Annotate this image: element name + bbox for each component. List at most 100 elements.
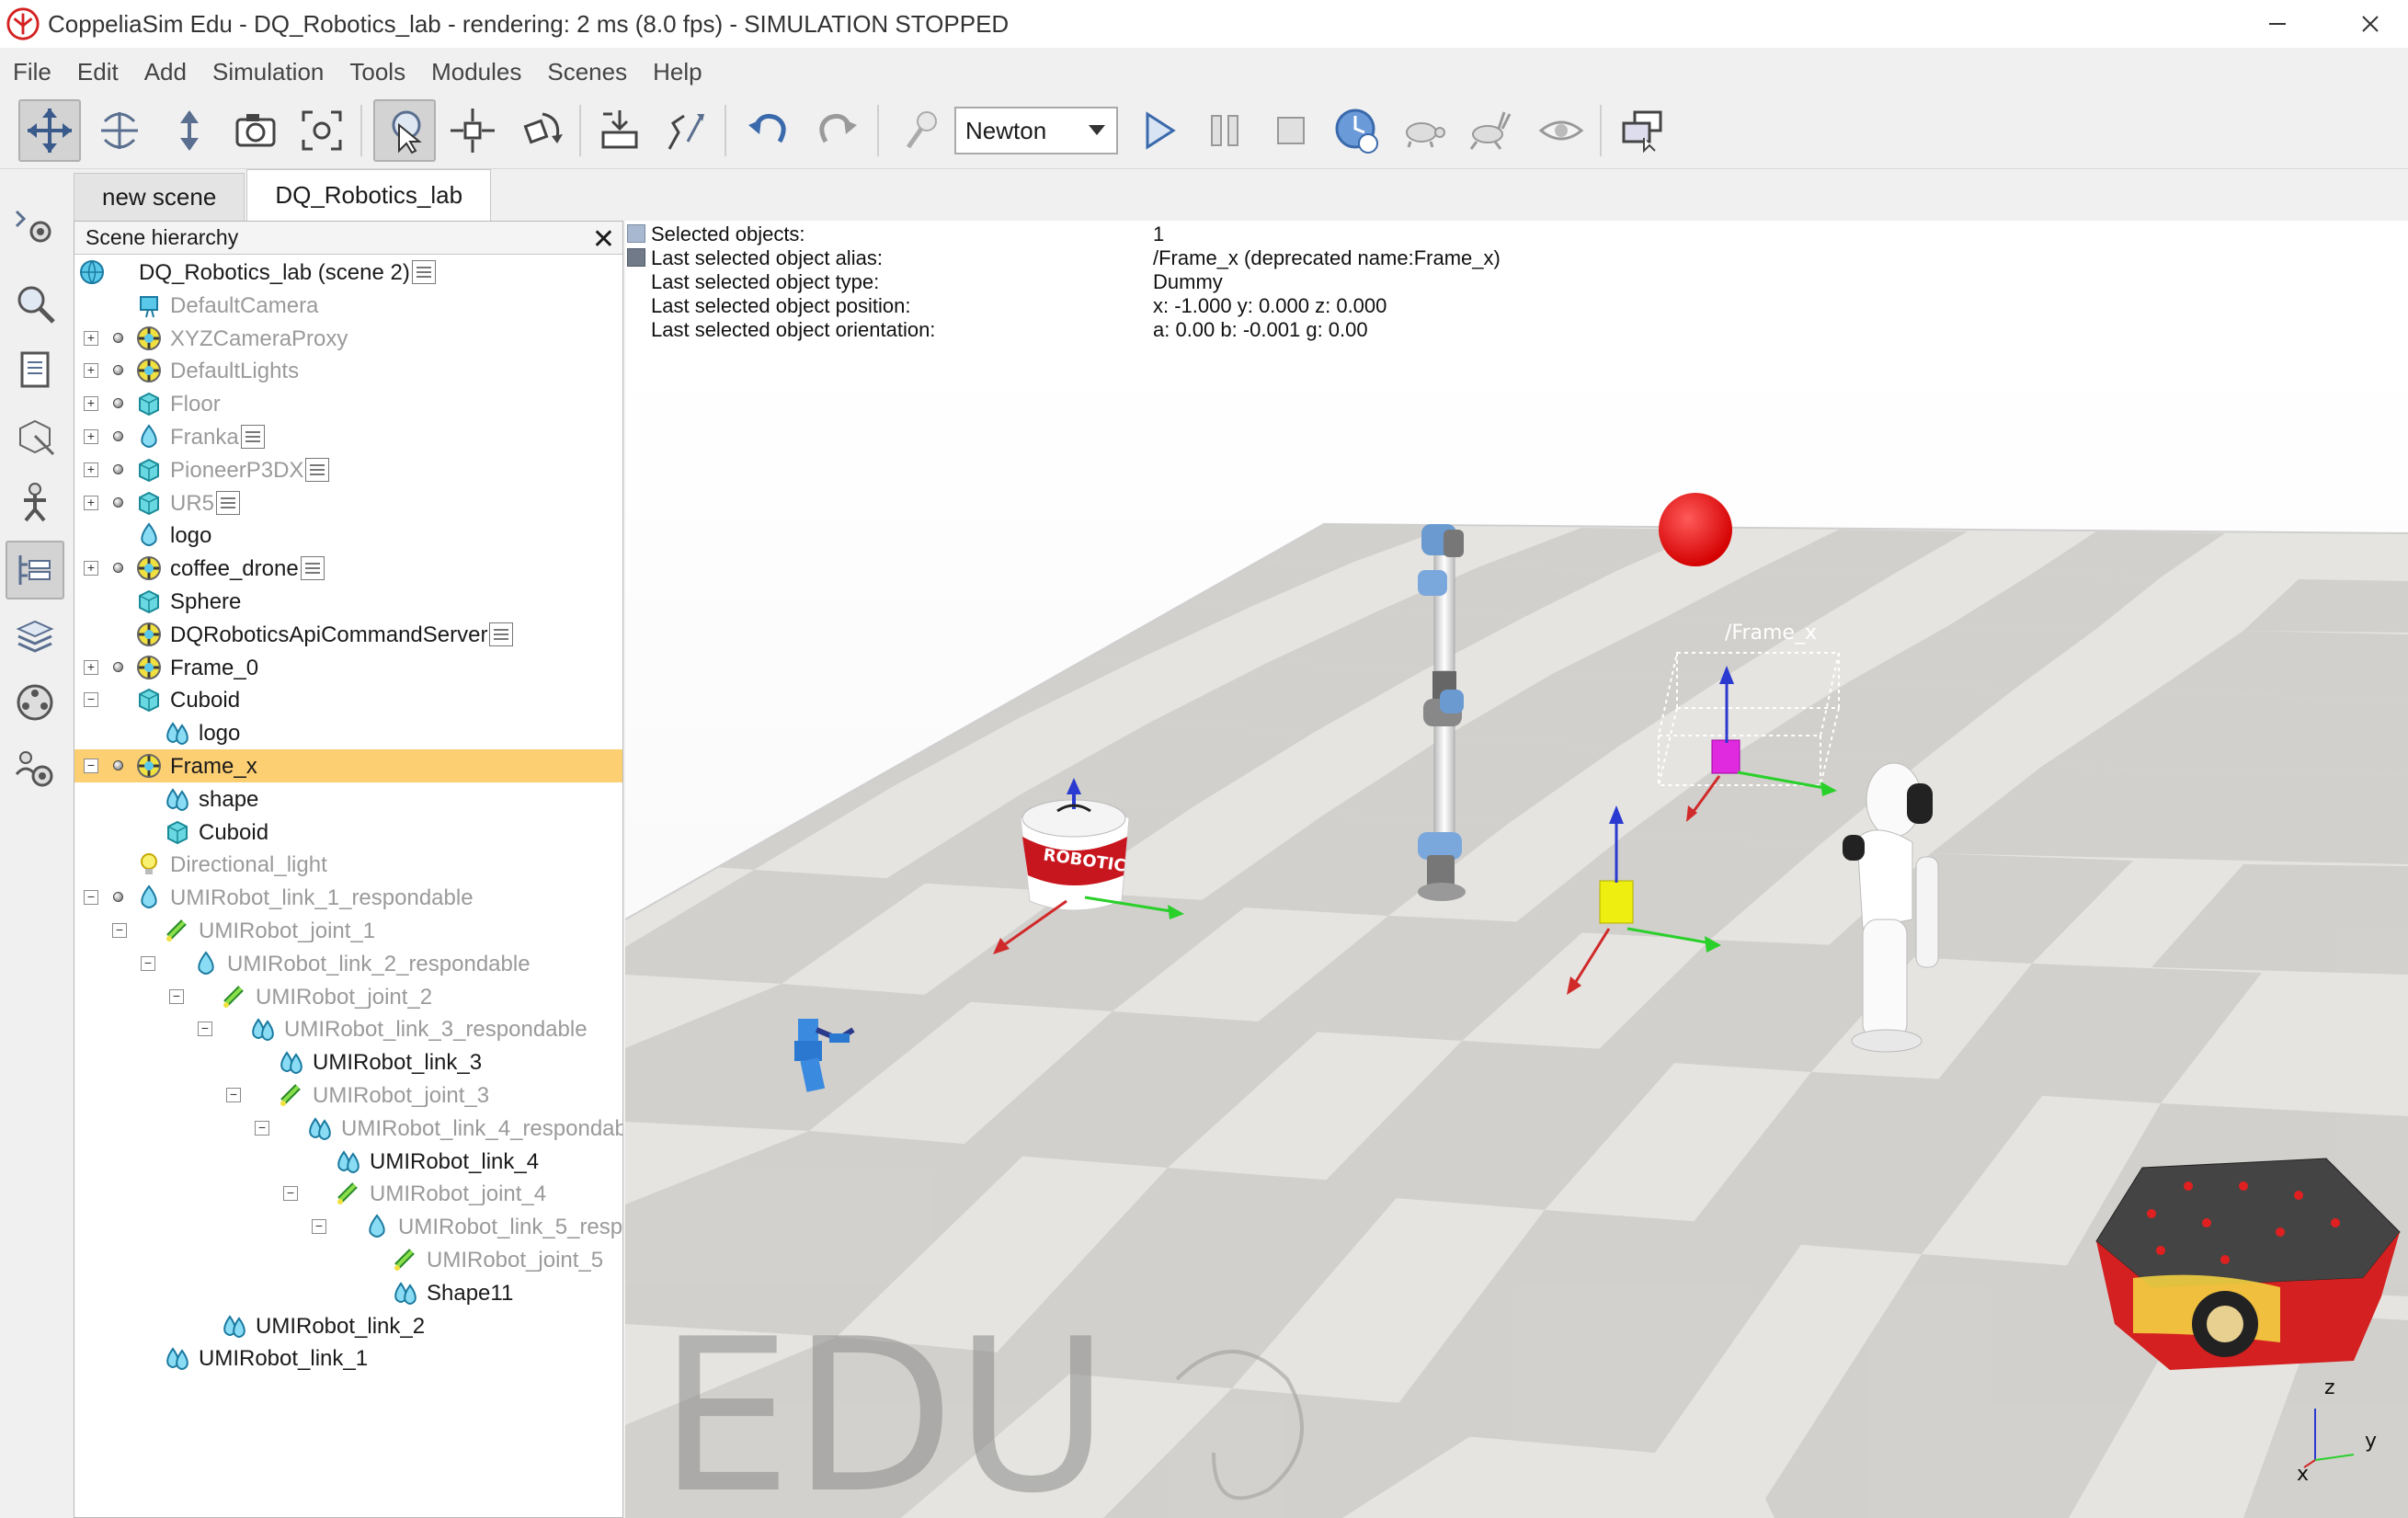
collapse-icon[interactable]: − (169, 988, 184, 1004)
expand-icon[interactable]: + (84, 659, 98, 675)
visibility-dot-icon[interactable] (113, 332, 123, 343)
hierarchy-item[interactable]: UMIRobot_link_1 (74, 1341, 622, 1375)
hierarchy-item[interactable]: Shape11 (74, 1276, 622, 1309)
menu-add[interactable]: Add (131, 58, 200, 86)
expand-icon[interactable]: + (84, 429, 98, 444)
expand-icon[interactable]: + (84, 396, 98, 412)
hierarchy-item[interactable]: + XYZCameraProxy (74, 322, 622, 355)
hierarchy-item[interactable]: − UMIRobot_link_5_respor (74, 1210, 622, 1243)
menu-tools[interactable]: Tools (337, 58, 418, 86)
pause-simulation-button[interactable] (1193, 99, 1256, 162)
visibility-dot-icon[interactable] (113, 496, 123, 508)
start-simulation-button[interactable] (1127, 99, 1190, 162)
hierarchy-item[interactable]: − UMIRobot_joint_1 (74, 914, 622, 947)
fit-to-view-button[interactable] (291, 99, 353, 162)
real-time-button[interactable] (1326, 99, 1388, 162)
physics-engine-select[interactable]: Newton (954, 107, 1118, 154)
camera-shift-button[interactable] (158, 99, 221, 162)
visibility-dot-icon[interactable] (113, 760, 123, 770)
hierarchy-item[interactable]: + DefaultLights (74, 354, 622, 387)
visibility-dot-icon[interactable] (113, 365, 123, 376)
expand-icon[interactable]: + (84, 363, 98, 379)
camera-pan-button[interactable] (18, 99, 81, 162)
expand-icon[interactable]: + (84, 561, 98, 576)
hierarchy-item[interactable]: − Cuboid (74, 683, 622, 716)
scene-layers-button[interactable] (1611, 99, 1673, 162)
collapse-icon[interactable]: − (312, 1219, 326, 1235)
hierarchy-item[interactable]: − UMIRobot_joint_4 (74, 1177, 622, 1210)
info-collapse-button[interactable] (627, 248, 645, 267)
hierarchy-item[interactable]: logo (74, 716, 622, 749)
undo-button[interactable] (737, 99, 800, 162)
hierarchy-item[interactable]: + UR5 (74, 486, 622, 519)
script-icon[interactable] (412, 260, 436, 284)
hierarchy-item[interactable]: + coffee_drone (74, 552, 622, 585)
window-min-button[interactable] (2240, 0, 2315, 48)
visualization-toggle-button[interactable] (1530, 99, 1592, 162)
slow-down-button[interactable] (1392, 99, 1455, 162)
stop-simulation-button[interactable] (1260, 99, 1322, 162)
hierarchy-item[interactable]: + Frame_0 (74, 651, 622, 684)
hierarchy-item[interactable]: − UMIRobot_link_2_respondable (74, 947, 622, 980)
menu-simulation[interactable]: Simulation (200, 58, 337, 86)
robot-models-button[interactable] (6, 473, 64, 531)
visibility-dot-icon[interactable] (113, 463, 123, 474)
collapse-icon[interactable]: − (84, 890, 98, 906)
script-icon[interactable] (216, 490, 240, 515)
hierarchy-item[interactable]: − UMIRobot_joint_2 (74, 980, 622, 1013)
hierarchy-item[interactable]: UMIRobot_joint_5 (74, 1243, 622, 1276)
tab-new-scene[interactable]: new scene (74, 173, 245, 221)
hierarchy-item[interactable]: DQRoboticsApiCommandServer (74, 618, 622, 651)
object-select-button[interactable] (373, 99, 436, 162)
hierarchy-item[interactable]: Directional_light (74, 848, 622, 881)
hierarchy-item[interactable]: Cuboid (74, 816, 622, 849)
collapse-icon[interactable]: − (198, 1022, 212, 1037)
visibility-dot-icon[interactable] (113, 661, 123, 672)
object-shift-button[interactable] (441, 99, 504, 162)
speed-up-button[interactable] (1458, 99, 1521, 162)
hierarchy-item[interactable]: DefaultCamera (74, 289, 622, 322)
hierarchy-item[interactable]: + Franka (74, 420, 622, 453)
hierarchy-item[interactable]: UMIRobot_link_4 (74, 1145, 622, 1178)
script-icon[interactable] (489, 622, 513, 646)
hierarchy-item[interactable]: DQ_Robotics_lab (scene 2) (74, 256, 622, 289)
collapse-icon[interactable]: − (84, 759, 98, 773)
hierarchy-item[interactable]: − UMIRobot_link_4_respondabl (74, 1112, 622, 1145)
collapse-icon[interactable]: − (141, 955, 155, 971)
menu-help[interactable]: Help (640, 58, 714, 86)
hierarchy-item[interactable]: logo (74, 519, 622, 552)
collapse-icon[interactable]: − (84, 692, 98, 708)
engine-settings-button[interactable] (890, 99, 953, 162)
expand-icon[interactable]: + (84, 462, 98, 477)
hierarchy-item[interactable]: UMIRobot_link_2 (74, 1309, 622, 1342)
assemble-button[interactable] (588, 99, 651, 162)
collapse-icon[interactable]: − (112, 923, 127, 938)
scene-hierarchy-toggle[interactable] (6, 541, 64, 599)
tab-dq-robotics-lab[interactable]: DQ_Robotics_lab (246, 169, 492, 221)
collapse-icon[interactable]: − (226, 1088, 241, 1102)
script-icon[interactable] (241, 425, 265, 449)
hierarchy-item[interactable]: − UMIRobot_joint_3 (74, 1079, 622, 1112)
hierarchy-item[interactable]: UMIRobot_link_3 (74, 1045, 622, 1079)
visibility-dot-icon[interactable] (113, 398, 123, 409)
collapse-icon[interactable]: − (283, 1186, 298, 1202)
camera-rotate-button[interactable] (88, 99, 151, 162)
menu-file[interactable]: File (0, 58, 64, 86)
hierarchy-item[interactable]: shape (74, 782, 622, 816)
camera-angle-button[interactable] (224, 99, 287, 162)
object-properties-button[interactable] (6, 197, 64, 256)
collapse-icon[interactable]: − (255, 1120, 269, 1136)
model-browser-button[interactable] (6, 406, 64, 465)
layers-button[interactable] (6, 607, 64, 666)
expand-icon[interactable]: + (84, 330, 98, 346)
3d-viewport[interactable]: ROBOTIC /Frame_x EDU z y x Selected obje… (625, 221, 2408, 1518)
close-icon[interactable]: ✕ (592, 223, 615, 256)
hierarchy-item[interactable]: − UMIRobot_link_3_respondable (74, 1012, 622, 1045)
redo-button[interactable] (805, 99, 868, 162)
user-settings-button[interactable] (6, 739, 64, 798)
calculation-modules-button[interactable] (6, 274, 64, 333)
script-icon[interactable] (301, 556, 325, 581)
hierarchy-item[interactable]: − UMIRobot_link_1_respondable (74, 881, 622, 914)
visibility-dot-icon[interactable] (113, 563, 123, 574)
hierarchy-item[interactable]: Sphere (74, 585, 622, 618)
